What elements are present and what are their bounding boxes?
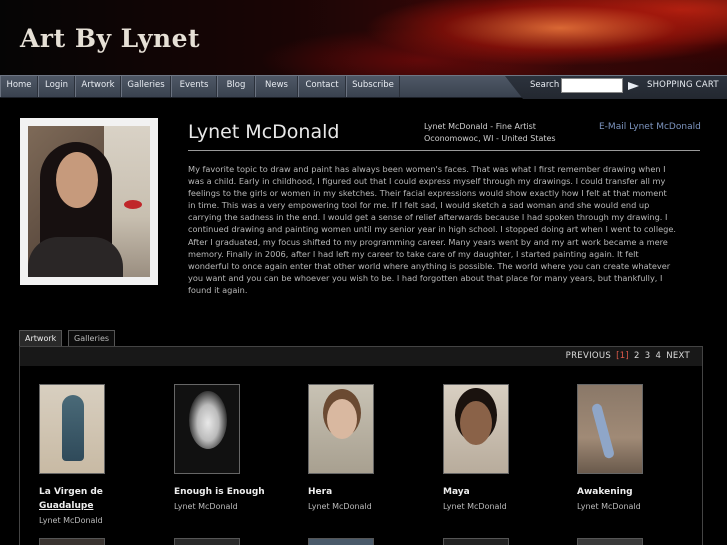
artwork-card: Enough is Enough Lynet McDonald: [174, 384, 294, 511]
tab-galleries[interactable]: Galleries: [68, 330, 116, 347]
pager-current: [1]: [616, 351, 630, 361]
artwork-thumbnail[interactable]: [308, 384, 374, 474]
shopping-cart-link[interactable]: SHOPPING CART: [647, 80, 719, 90]
artwork-artist[interactable]: Lynet McDonald: [577, 502, 697, 511]
tab-artwork[interactable]: Artwork: [19, 330, 63, 347]
artwork-title[interactable]: Maya: [443, 485, 563, 499]
artist-meta: Lynet McDonald - Fine Artist Oconomowoc,…: [424, 121, 556, 145]
artwork-artist[interactable]: Lynet McDonald: [443, 502, 563, 511]
pager-previous[interactable]: PREVIOUS: [566, 351, 611, 361]
search-input[interactable]: [561, 78, 623, 93]
photo-shoulders: [28, 237, 123, 277]
search-go-arrow-icon[interactable]: [628, 82, 639, 90]
divider: [188, 150, 700, 151]
artwork-thumbnail-row2[interactable]: [308, 538, 374, 545]
artwork-card: Maya Lynet McDonald: [443, 384, 563, 511]
email-artist-link[interactable]: E-Mail Lynet McDonald: [599, 122, 701, 132]
profile-photo: [28, 126, 150, 277]
artwork-thumbnail[interactable]: [577, 384, 643, 474]
profile-photo-frame: [20, 118, 158, 285]
artist-name: Lynet McDonald: [188, 121, 340, 143]
artist-title-line: Lynet McDonald - Fine Artist: [424, 122, 536, 131]
artwork-title[interactable]: Awakening: [577, 485, 697, 499]
pager: PREVIOUS [1] 2 3 4 NEXT: [566, 351, 690, 361]
search-label: Search: [530, 80, 560, 90]
artwork-thumbnail[interactable]: [443, 384, 509, 474]
pager-page-4[interactable]: 4: [655, 351, 661, 361]
artwork-card: Hera Lynet McDonald: [308, 384, 428, 511]
artwork-artist[interactable]: Lynet McDonald: [39, 516, 159, 525]
photo-face: [56, 152, 98, 208]
artwork-title-line2[interactable]: Guadalupe: [39, 501, 93, 511]
artwork-card: Awakening Lynet McDonald: [577, 384, 697, 511]
site-title[interactable]: Art By Lynet: [20, 24, 200, 53]
artist-location-line: Oconomowoc, WI - United States: [424, 134, 556, 143]
pager-bar: PREVIOUS [1] 2 3 4 NEXT: [20, 347, 702, 366]
artwork-artist[interactable]: Lynet McDonald: [308, 502, 428, 511]
pager-page-3[interactable]: 3: [645, 351, 651, 361]
artwork-title[interactable]: Hera: [308, 485, 428, 499]
artwork-title-line1[interactable]: La Virgen de: [39, 487, 103, 497]
nav-right-controls: Search SHOPPING CART: [0, 75, 727, 98]
artist-bio: My favorite topic to draw and paint has …: [188, 164, 676, 295]
pager-page-2[interactable]: 2: [634, 351, 640, 361]
artwork-thumbnail-row2[interactable]: [39, 538, 105, 545]
artwork-thumbnail[interactable]: [39, 384, 105, 474]
artwork-thumbnail-row2[interactable]: [443, 538, 509, 545]
artwork-artist[interactable]: Lynet McDonald: [174, 502, 294, 511]
artwork-thumbnail-row2[interactable]: [577, 538, 643, 545]
photo-painting-lips: [124, 200, 142, 209]
artwork-card: La Virgen de Guadalupe Lynet McDonald: [39, 384, 159, 525]
artwork-thumbnail[interactable]: [174, 384, 240, 474]
pager-next[interactable]: NEXT: [666, 351, 690, 361]
artwork-title[interactable]: La Virgen de Guadalupe: [39, 485, 159, 513]
artwork-thumbnail-row2[interactable]: [174, 538, 240, 545]
artwork-title[interactable]: Enough is Enough: [174, 485, 294, 499]
